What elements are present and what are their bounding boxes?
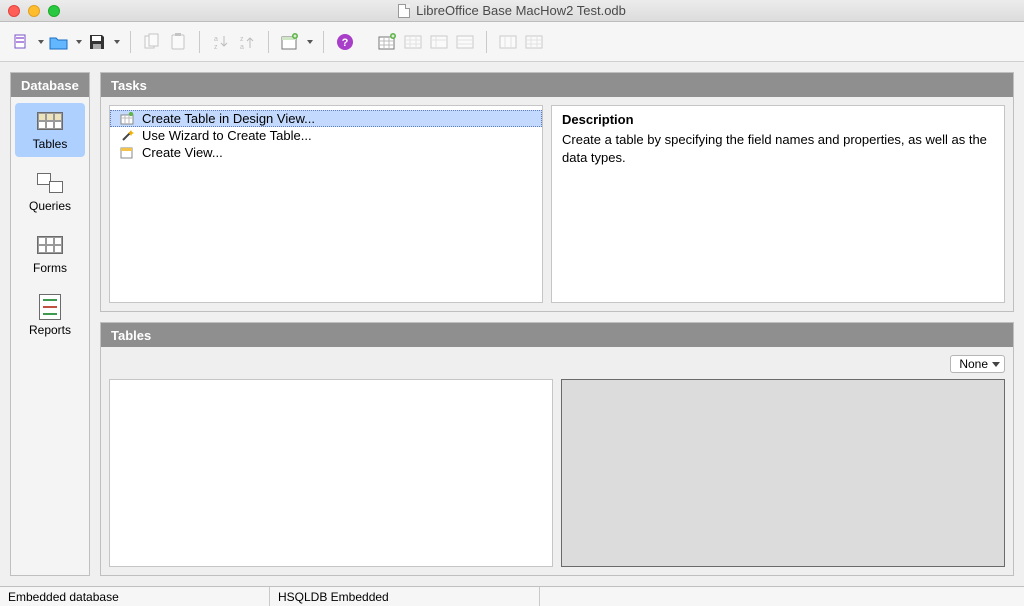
sidebar-list: Tables Queries Forms Reports xyxy=(11,97,89,349)
database-sidebar: Database Tables Queries Forms Reports xyxy=(10,72,90,576)
tasks-list: Create Table in Design View... Use Wizar… xyxy=(109,105,543,303)
new-form-button[interactable] xyxy=(279,31,301,53)
task-label: Create View... xyxy=(142,145,223,160)
tasks-header: Tasks xyxy=(101,73,1013,97)
window-title: LibreOffice Base MacHow2 Test.odb xyxy=(0,3,1024,18)
table-design-button xyxy=(402,31,424,53)
svg-text:a: a xyxy=(240,44,244,51)
view-icon xyxy=(120,146,134,160)
minimize-icon[interactable] xyxy=(28,5,40,17)
tables-split xyxy=(109,379,1005,567)
tables-preview xyxy=(561,379,1005,567)
open-button[interactable] xyxy=(48,31,70,53)
grid-4-button xyxy=(523,31,545,53)
toolbar-separator xyxy=(486,31,487,53)
grid-1-button xyxy=(428,31,450,53)
main-area: Database Tables Queries Forms Reports T xyxy=(0,62,1024,586)
tables-header: Tables xyxy=(101,323,1013,347)
tables-body: None xyxy=(101,347,1013,575)
forms-icon xyxy=(35,233,65,257)
description-title: Description xyxy=(562,112,994,127)
sidebar-item-label: Forms xyxy=(33,261,67,275)
toolbar-separator xyxy=(323,31,324,53)
maximize-icon[interactable] xyxy=(48,5,60,17)
chevron-down-icon[interactable] xyxy=(76,40,82,44)
tables-panel: Tables None xyxy=(100,322,1014,576)
status-center: HSQLDB Embedded xyxy=(270,587,540,606)
tables-list[interactable] xyxy=(109,379,553,567)
chevron-down-icon[interactable] xyxy=(307,40,313,44)
chevron-down-icon[interactable] xyxy=(114,40,120,44)
tasks-body: Create Table in Design View... Use Wizar… xyxy=(101,97,1013,311)
sidebar-item-reports[interactable]: Reports xyxy=(15,289,85,343)
status-bar: Embedded database HSQLDB Embedded xyxy=(0,586,1024,606)
window-controls xyxy=(8,5,60,17)
task-wizard-table[interactable]: Use Wizard to Create Table... xyxy=(110,127,542,144)
content-column: Tasks Create Table in Design View... Use… xyxy=(100,72,1014,576)
task-label: Create Table in Design View... xyxy=(142,111,315,126)
description-text: Create a table by specifying the field n… xyxy=(562,131,994,166)
paste-button xyxy=(167,31,189,53)
toolbar: az za ? xyxy=(0,22,1024,62)
copy-button xyxy=(141,31,163,53)
svg-text:a: a xyxy=(214,36,218,43)
queries-icon xyxy=(35,171,65,195)
sidebar-item-label: Reports xyxy=(29,323,71,337)
sidebar-item-tables[interactable]: Tables xyxy=(15,103,85,157)
svg-text:z: z xyxy=(240,36,244,43)
status-left: Embedded database xyxy=(0,587,270,606)
grid-3-button xyxy=(497,31,519,53)
save-button[interactable] xyxy=(86,31,108,53)
sort-desc-button: za xyxy=(236,31,258,53)
view-mode-row: None xyxy=(109,355,1005,373)
view-mode-dropdown[interactable]: None xyxy=(950,355,1005,373)
task-create-view[interactable]: Create View... xyxy=(110,144,542,161)
task-create-table-design[interactable]: Create Table in Design View... xyxy=(110,110,542,127)
grid-2-button xyxy=(454,31,476,53)
close-icon[interactable] xyxy=(8,5,20,17)
titlebar: LibreOffice Base MacHow2 Test.odb xyxy=(0,0,1024,22)
sidebar-item-queries[interactable]: Queries xyxy=(15,165,85,219)
chevron-down-icon[interactable] xyxy=(38,40,44,44)
new-database-button[interactable] xyxy=(10,31,32,53)
svg-text:?: ? xyxy=(342,37,349,49)
tables-icon xyxy=(35,109,65,133)
window-title-text: LibreOffice Base MacHow2 Test.odb xyxy=(416,3,626,18)
sort-asc-button: az xyxy=(210,31,232,53)
toolbar-separator xyxy=(199,31,200,53)
toolbar-separator xyxy=(130,31,131,53)
toolbar-separator xyxy=(268,31,269,53)
svg-text:z: z xyxy=(214,44,218,51)
sidebar-item-forms[interactable]: Forms xyxy=(15,227,85,281)
task-label: Use Wizard to Create Table... xyxy=(142,128,312,143)
description-panel: Description Create a table by specifying… xyxy=(551,105,1005,303)
help-button[interactable]: ? xyxy=(334,31,356,53)
sidebar-item-label: Tables xyxy=(33,137,68,151)
status-right xyxy=(540,587,1024,606)
wizard-icon xyxy=(120,129,134,143)
sidebar-header: Database xyxy=(11,73,89,97)
document-icon xyxy=(398,4,410,18)
sidebar-item-label: Queries xyxy=(29,199,71,213)
new-table-button[interactable] xyxy=(376,31,398,53)
table-design-icon xyxy=(120,112,134,126)
tasks-panel: Tasks Create Table in Design View... Use… xyxy=(100,72,1014,312)
reports-icon xyxy=(35,295,65,319)
